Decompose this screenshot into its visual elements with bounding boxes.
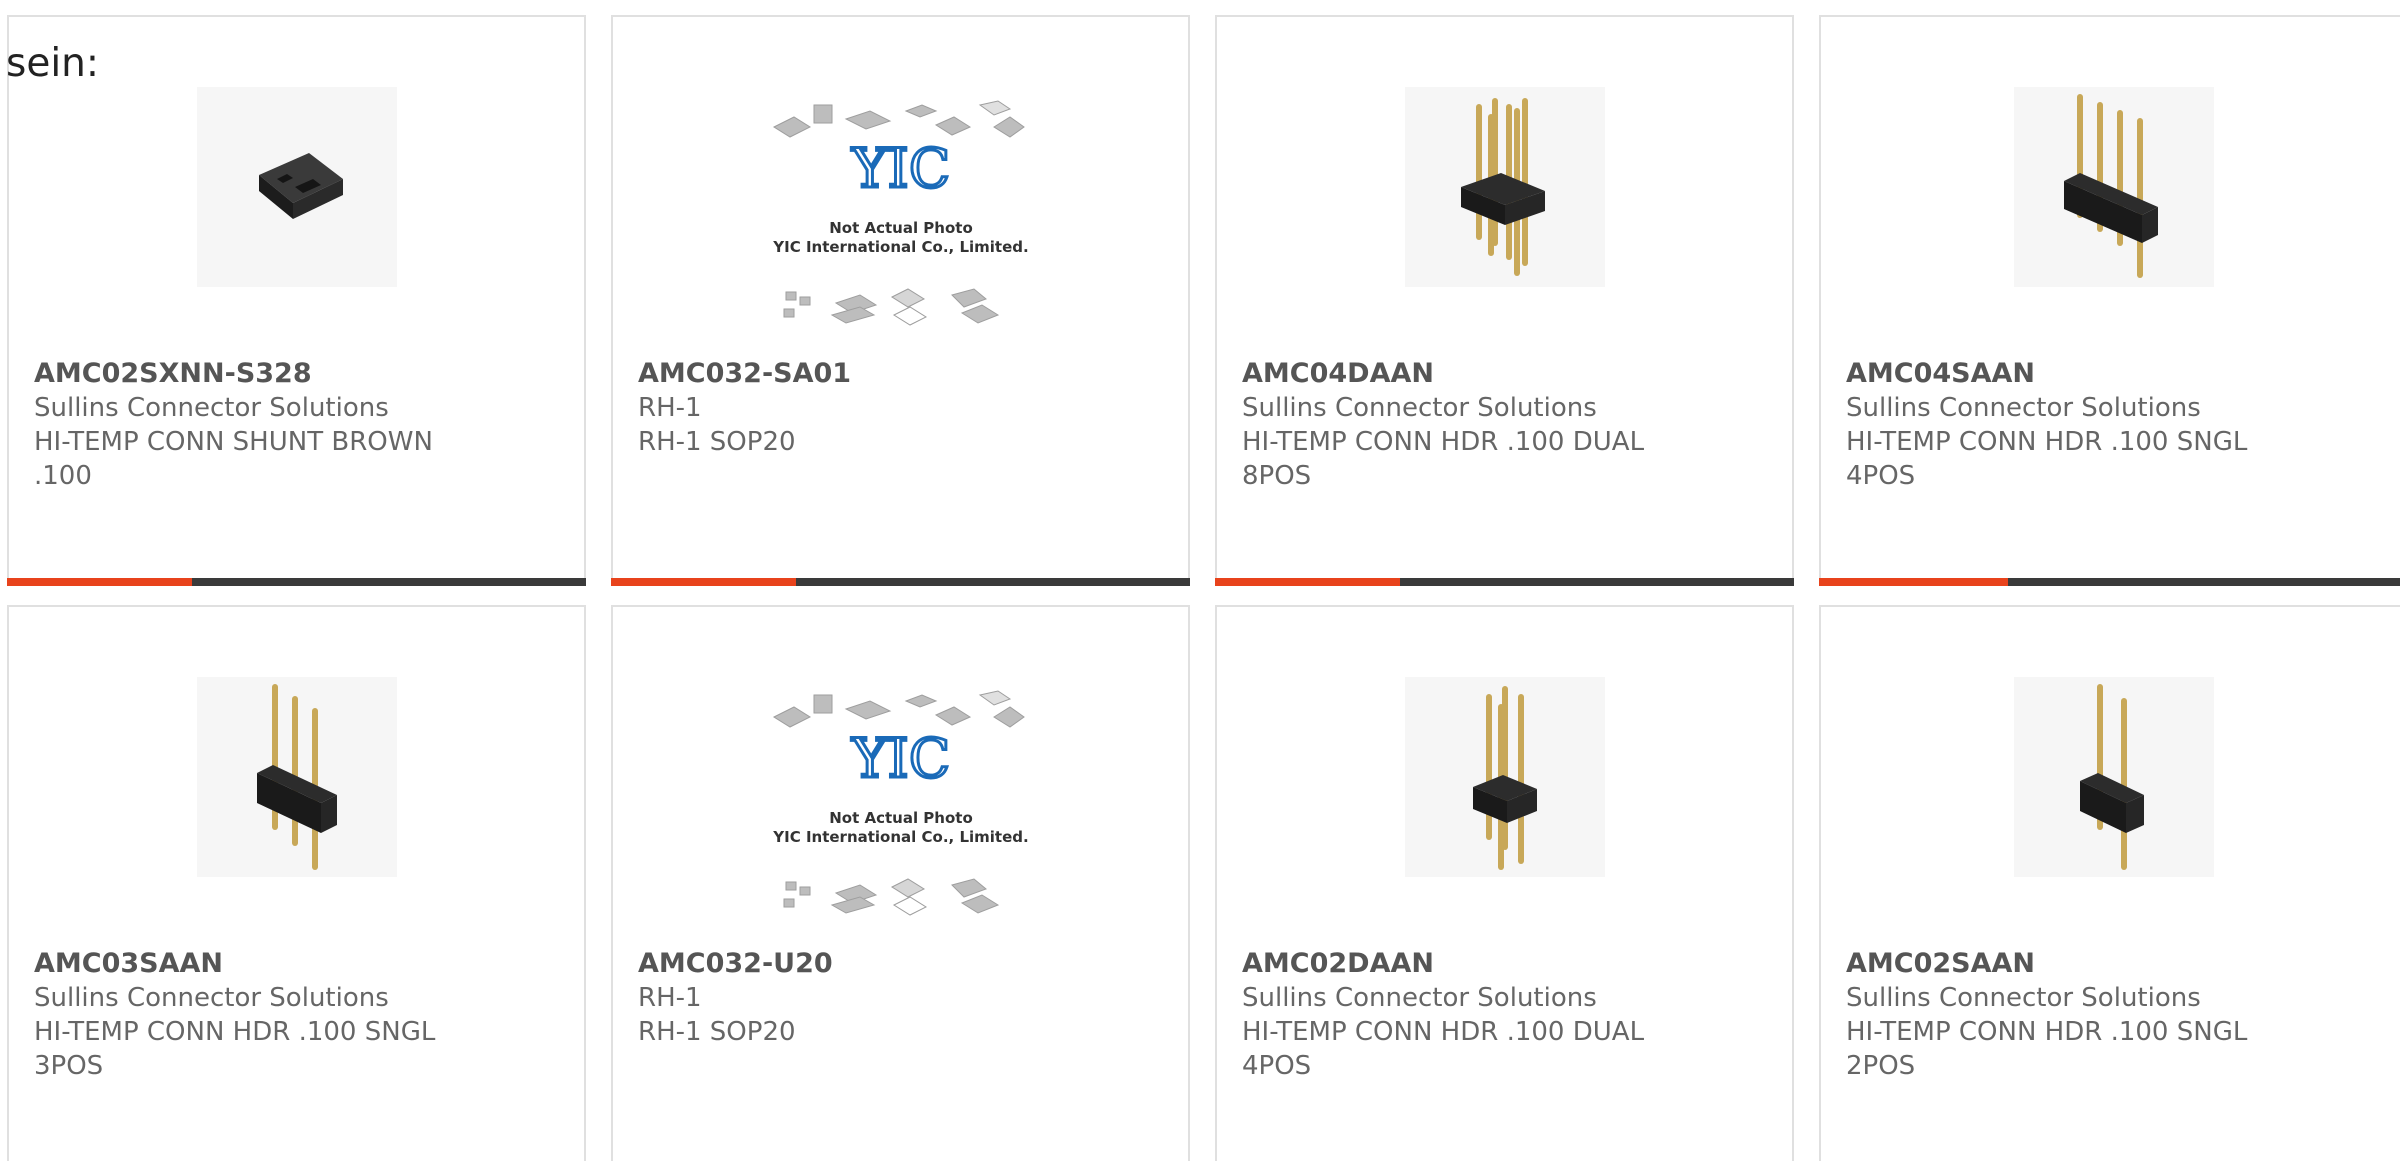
product-image[interactable] [196,87,397,287]
product-card[interactable]: YIC Not Actual Photo YIC International C… [611,15,1190,586]
product-card[interactable]: AMC02SXNN-S328 Sullins Connector Solutio… [7,15,586,586]
part-number[interactable]: AMC02DAAN [1242,947,1772,981]
dual-pin-header-icon [1460,98,1545,276]
manufacturer: Sullins Connector Solutions [1846,983,2201,1013]
part-number[interactable]: AMC03SAAN [34,947,564,981]
product-image[interactable] [1404,677,1605,877]
product-card[interactable]: AMC04DAAN Sullins Connector Solutions HI… [1215,15,1794,586]
product-card[interactable]: AMC02SAAN Sullins Connector Solutions HI… [1819,605,2400,1161]
placeholder-caption: YIC International Co., Limited. [772,238,1028,256]
description-line: .100 [34,461,92,491]
manufacturer: Sullins Connector Solutions [1242,393,1597,423]
single-pin-header-icon [2080,684,2144,870]
description-line: HI-TEMP CONN HDR .100 SNGL [1846,1017,2248,1047]
product-info: AMC02DAAN Sullins Connector Solutions HI… [1242,947,1772,1083]
single-pin-header-icon [256,684,337,870]
product-card[interactable]: AMC04SAAN Sullins Connector Solutions HI… [1819,15,2400,586]
product-info: AMC02SXNN-S328 Sullins Connector Solutio… [34,357,564,493]
manufacturer: Sullins Connector Solutions [1846,393,2201,423]
progress-fill [1819,578,2008,586]
description-line: HI-TEMP CONN SHUNT BROWN [34,427,433,457]
product-image[interactable]: YIC Not Actual Photo YIC International C… [765,687,1036,927]
description-line: 8POS [1242,461,1312,491]
description-line: 4POS [1242,1051,1312,1081]
progress-fill [7,578,193,586]
placeholder-logo: YIC [850,137,949,200]
product-card[interactable]: AMC02DAAN Sullins Connector Solutions HI… [1215,605,1794,1161]
manufacturer: Sullins Connector Solutions [34,983,389,1013]
progress-bar [611,578,1190,586]
part-number[interactable]: AMC032-SA01 [638,357,1168,391]
part-number[interactable]: AMC04DAAN [1242,357,1772,391]
intro-text: sein: [6,41,100,86]
manufacturer: Sullins Connector Solutions [34,393,389,423]
description-line: 2POS [1846,1051,1916,1081]
placeholder-chips-icon: YIC Not Actual Photo YIC International C… [772,690,1028,916]
progress-bar [1819,578,2400,586]
description-line: HI-TEMP CONN HDR .100 DUAL [1242,427,1645,457]
part-number[interactable]: AMC04SAAN [1846,357,2387,391]
product-image[interactable]: YIC Not Actual Photo YIC International C… [765,97,1036,337]
placeholder-logo: YIC [850,727,949,790]
product-image[interactable] [2014,677,2214,877]
product-image[interactable] [1404,87,1605,287]
description-line: 3POS [34,1051,104,1081]
manufacturer: RH-1 [638,983,702,1013]
placeholder-caption: Not Actual Photo [829,219,973,237]
product-grid-page: sein: AMC02SXNN-S328 Sullins Connector S… [0,0,2400,1161]
progress-bar [1215,578,1794,586]
product-card[interactable]: YIC Not Actual Photo YIC International C… [611,605,1190,1161]
part-number[interactable]: AMC032-U20 [638,947,1168,981]
part-number[interactable]: AMC02SAAN [1846,947,2387,981]
product-info: AMC032-U20 RH-1 RH-1 SOP20 [638,947,1168,1049]
placeholder-caption: YIC International Co., Limited. [772,828,1028,846]
product-card[interactable]: AMC03SAAN Sullins Connector Solutions HI… [7,605,586,1161]
single-pin-header-icon [2064,94,2158,278]
manufacturer: Sullins Connector Solutions [1242,983,1597,1013]
description-line: HI-TEMP CONN HDR .100 SNGL [1846,427,2248,457]
progress-bar [7,578,586,586]
product-info: AMC032-SA01 RH-1 RH-1 SOP20 [638,357,1168,459]
progress-fill [1215,578,1401,586]
product-info: AMC04SAAN Sullins Connector Solutions HI… [1846,357,2387,493]
product-image[interactable] [2014,87,2214,287]
placeholder-chips-icon: YIC Not Actual Photo YIC International C… [772,100,1028,326]
description-line: RH-1 SOP20 [638,427,796,457]
product-info: AMC02SAAN Sullins Connector Solutions HI… [1846,947,2387,1083]
dual-pin-header-icon [1472,686,1537,870]
description-line: HI-TEMP CONN HDR .100 DUAL [1242,1017,1645,1047]
manufacturer: RH-1 [638,393,702,423]
product-info: AMC03SAAN Sullins Connector Solutions HI… [34,947,564,1083]
product-image[interactable] [196,677,397,877]
part-number[interactable]: AMC02SXNN-S328 [34,357,564,391]
progress-fill [611,578,797,586]
description-line: HI-TEMP CONN HDR .100 SNGL [34,1017,436,1047]
product-info: AMC04DAAN Sullins Connector Solutions HI… [1242,357,1772,493]
shunt-jumper-icon [258,153,343,219]
placeholder-caption: Not Actual Photo [829,809,973,827]
description-line: 4POS [1846,461,1916,491]
description-line: RH-1 SOP20 [638,1017,796,1047]
